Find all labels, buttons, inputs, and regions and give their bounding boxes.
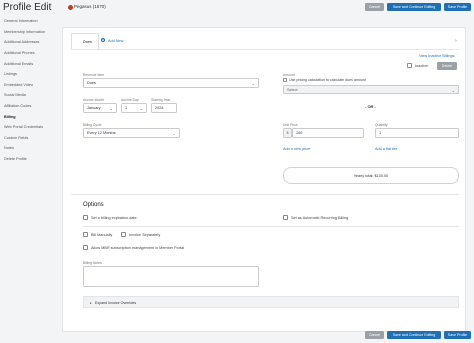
allow-mbr-label: Allow MBR subscription management in Mem…	[91, 246, 185, 250]
chevron-down-icon: ⌄	[139, 106, 143, 111]
inactive-label: Inactive	[415, 64, 429, 68]
anchor-day-value: 1	[125, 106, 128, 110]
cancel-button[interactable]: Cancel	[365, 3, 384, 11]
tab-dues-label: Dues	[83, 40, 92, 44]
sidebar-item-additional-phones[interactable]: Additional Phones	[0, 48, 58, 59]
amount-select-value: Select	[287, 87, 298, 92]
revenue-item-label: Revenue Item	[83, 73, 105, 77]
save-profile-button[interactable]: Save Profile	[444, 3, 471, 11]
billing-notes-label: Billing Notes	[83, 261, 102, 265]
cancel-button-bottom[interactable]: Cancel	[365, 331, 384, 339]
sidebar: General Information Membership Informatio…	[0, 16, 58, 164]
sidebar-item-affiliation-codes[interactable]: Affiliation Codes	[0, 101, 58, 112]
sidebar-item-billing[interactable]: Billing	[0, 111, 58, 122]
chevron-down-icon: ⌄	[451, 88, 455, 93]
quantity-label: Quantity	[375, 123, 388, 127]
chevron-down-icon: ⌄	[109, 106, 113, 111]
pricing-calc-label: Use pricing calculation to calculate due…	[289, 78, 366, 82]
chevron-right-icon[interactable]: ›	[455, 38, 457, 44]
starting-year-value: 2024	[155, 106, 164, 110]
sidebar-item-additional-addresses[interactable]: Additional Addresses	[0, 37, 58, 48]
quantity-input[interactable]: 1	[375, 128, 459, 138]
tab-add-new[interactable]: Add New	[108, 39, 123, 43]
page-title: Profile Edit	[3, 2, 52, 13]
add-new-price-link[interactable]: Add a new price	[283, 147, 310, 151]
options-title: Options	[83, 202, 104, 208]
add-new-icon: +	[101, 38, 105, 42]
page-header: Profile Edit Pegasus (1570) Cancel Save …	[0, 0, 474, 14]
sidebar-item-membership-information[interactable]: Membership Information	[0, 27, 58, 38]
amount-label: Amount	[283, 73, 295, 77]
yearly-total: Yearly total: $100.00	[283, 167, 459, 184]
or-divider: - OR -	[365, 104, 376, 109]
save-continue-button-bottom[interactable]: Save and Continue Editing	[387, 331, 441, 339]
sidebar-item-embedded-video[interactable]: Embedded Video	[0, 80, 58, 91]
amount-select[interactable]: Select ⌄	[283, 85, 459, 94]
billing-cycle-select[interactable]: Every 12 Months ⌄	[83, 128, 180, 138]
starting-year-label: Starting Year	[151, 98, 171, 102]
delete-button[interactable]: Delete	[437, 62, 457, 70]
sidebar-item-listings[interactable]: Listings	[0, 69, 58, 80]
chevron-down-icon: ⌄	[172, 131, 176, 136]
anchor-month-label: Anchor Month	[83, 98, 105, 102]
sidebar-item-delete-profile[interactable]: Delete Profile	[0, 154, 58, 165]
revenue-item-value: Dues	[87, 81, 96, 85]
pricing-calc-checkbox[interactable]	[283, 78, 287, 82]
anchor-month-value: January	[87, 106, 101, 110]
billing-cycle-label: Billing Cycle	[83, 123, 102, 127]
unit-price-value: 100	[296, 131, 303, 135]
expiration-checkbox[interactable]	[83, 215, 88, 220]
chevron-down-icon: ⌄	[251, 81, 255, 86]
anchor-month-select[interactable]: January ⌄	[83, 103, 117, 113]
member-logo-icon	[68, 5, 73, 10]
inactive-checkbox[interactable]	[407, 63, 412, 68]
auto-billing-checkbox[interactable]	[283, 215, 288, 220]
dollar-prefix: $	[283, 128, 292, 138]
unit-price-input[interactable]: 100	[292, 128, 364, 138]
revenue-item-select[interactable]: Dues ⌄	[83, 78, 259, 88]
billing-notes-textarea[interactable]	[83, 266, 259, 287]
billing-cycle-value: Every 12 Months	[87, 131, 116, 135]
expiration-label: Set a billing expiration date	[91, 216, 137, 220]
save-profile-button-bottom[interactable]: Save Profile	[444, 331, 471, 339]
expand-overrides-label: Expand Invoice Overrides	[95, 300, 137, 305]
starting-year-input[interactable]: 2024	[151, 103, 177, 113]
anchor-day-select[interactable]: 1 ⌄	[121, 103, 147, 113]
bill-manually-label: Bill Manually	[91, 233, 113, 237]
expand-triangle-icon: ▸	[90, 300, 92, 305]
invoice-separately-checkbox[interactable]	[121, 232, 126, 237]
billing-panel: Dues + Add New › View Inactive Billings …	[62, 27, 466, 332]
quantity-value: 1	[379, 131, 382, 135]
sidebar-item-general-information[interactable]: General Information	[0, 16, 58, 27]
sidebar-item-web-portal-credentials[interactable]: Web Portal Credentials	[0, 122, 58, 133]
tab-dues[interactable]: Dues	[71, 33, 99, 50]
save-continue-button[interactable]: Save and Continue Editing	[387, 3, 441, 11]
sidebar-item-additional-emails[interactable]: Additional Emails	[0, 58, 58, 69]
add-flat-fee-link[interactable]: Add a flat fee	[375, 147, 397, 151]
invoice-separately-label: Invoice Separately	[129, 233, 161, 237]
invoice-overrides-toggle[interactable]: ▸ Expand Invoice Overrides	[83, 296, 459, 308]
sidebar-item-notes[interactable]: Notes	[0, 143, 58, 154]
anchor-day-label: Anchor Day	[121, 98, 139, 102]
member-name: Pegasus (1570)	[74, 4, 106, 9]
auto-billing-label: Set as Automatic Recurring Billing	[291, 216, 349, 220]
unit-price-label: Unit Price	[283, 123, 298, 127]
sidebar-item-custom-fields[interactable]: Custom Fields	[0, 133, 58, 144]
sidebar-item-social-media[interactable]: Social Media	[0, 90, 58, 101]
bill-manually-checkbox[interactable]	[83, 232, 88, 237]
allow-mbr-checkbox[interactable]	[83, 245, 88, 250]
view-inactive-billings-link[interactable]: View Inactive Billings	[419, 54, 454, 58]
